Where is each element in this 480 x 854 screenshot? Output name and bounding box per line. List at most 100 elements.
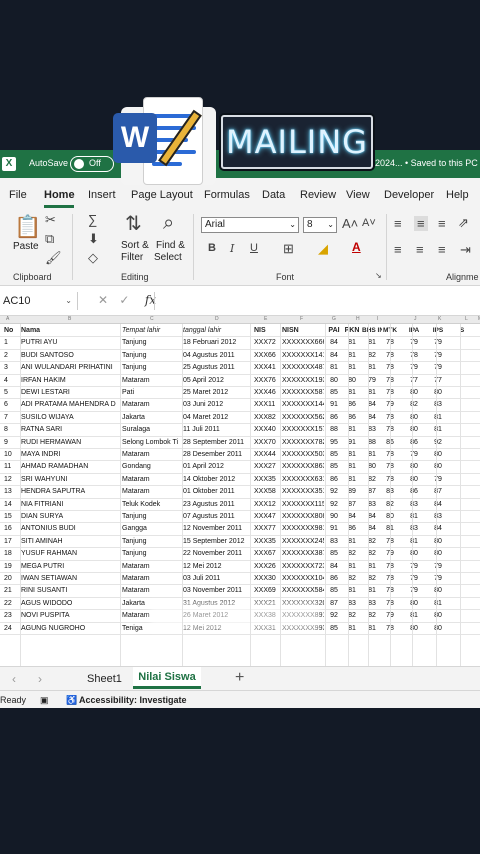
table-cell[interactable]: Mataram [122, 573, 182, 585]
table-cell[interactable]: 77 [404, 375, 424, 387]
table-cell[interactable]: XXXXXXX487 [282, 362, 324, 374]
table-cell[interactable]: 19 [4, 561, 20, 573]
align-bottom-icon[interactable]: ≡ [438, 217, 446, 230]
table-cell[interactable]: 83 [324, 536, 344, 548]
table-cell[interactable]: AGUS WIDODO [21, 598, 119, 610]
cancel-icon[interactable]: ✕ [98, 293, 108, 307]
table-cell[interactable]: Tanjung [122, 511, 182, 523]
tab-developer[interactable]: Developer [384, 189, 434, 201]
table-cell[interactable]: NIA FITRIANI [21, 499, 119, 511]
table-cell[interactable]: 18 Februari 2012 [183, 337, 249, 349]
table-cell[interactable]: 79 [404, 337, 424, 349]
fill-icon[interactable]: ⬇ [88, 232, 99, 245]
table-cell[interactable]: XXX44 [254, 449, 279, 461]
table-cell[interactable]: 81 [342, 585, 362, 597]
name-box[interactable]: AC10 ⌄ [0, 292, 78, 310]
table-cell[interactable]: 81 [342, 337, 362, 349]
table-cell[interactable]: XXXXXXX144 [282, 399, 324, 411]
table-cell[interactable]: 80 [362, 461, 382, 473]
table-cell[interactable]: 79 [428, 561, 448, 573]
table-cell[interactable]: 80 [404, 598, 424, 610]
table-cell[interactable]: 81 [362, 561, 382, 573]
increase-font-icon[interactable]: A˄ [342, 217, 358, 230]
table-cell[interactable]: 83 [428, 399, 448, 411]
table-cell[interactable]: 80 [404, 623, 424, 635]
align-right-icon[interactable]: ≡ [438, 243, 446, 256]
table-cell[interactable]: XXX46 [254, 387, 279, 399]
table-cell[interactable]: 83 [362, 598, 382, 610]
table-cell[interactable]: RATNA SARI [21, 424, 119, 436]
column-letter[interactable]: G [332, 316, 336, 322]
tab-view[interactable]: View [346, 189, 370, 201]
column-header[interactable]: S [452, 325, 472, 337]
column-header[interactable]: PAI [324, 325, 344, 337]
table-cell[interactable]: YUSUF RAHMAN [21, 548, 119, 560]
orientation-icon[interactable]: ⇗ [458, 216, 469, 229]
table-cell[interactable]: 83 [404, 523, 424, 535]
clear-icon[interactable]: ◇ [88, 251, 98, 264]
table-cell[interactable]: 81 [428, 598, 448, 610]
table-cell[interactable]: XXXXXXX562 [282, 412, 324, 424]
table-cell[interactable]: XXX11 [254, 399, 279, 411]
find-select-label-1[interactable]: Find & [156, 240, 185, 251]
table-cell[interactable]: 13 [4, 486, 20, 498]
table-cell[interactable]: 12 November 2011 [183, 523, 249, 535]
table-cell[interactable]: 88 [362, 437, 382, 449]
table-cell[interactable]: 15 [4, 511, 20, 523]
table-cell[interactable]: 80 [324, 375, 344, 387]
table-cell[interactable]: 80 [428, 623, 448, 635]
table-cell[interactable]: HENDRA SAPUTRA [21, 486, 119, 498]
table-cell[interactable]: 82 [404, 399, 424, 411]
table-cell[interactable]: 80 [428, 449, 448, 461]
table-cell[interactable]: 85 [324, 585, 344, 597]
table-cell[interactable]: 24 [4, 623, 20, 635]
table-cell[interactable]: Suralaga [122, 424, 182, 436]
table-cell[interactable]: XXXXXXX782 [282, 437, 324, 449]
table-cell[interactable]: 79 [428, 350, 448, 362]
table-cell[interactable]: Mataram [122, 486, 182, 498]
table-cell[interactable]: 79 [404, 573, 424, 585]
indent-icon[interactable]: ⇥ [460, 243, 471, 256]
table-cell[interactable]: Teluk Kodek [122, 499, 182, 511]
font-dialog-launcher-icon[interactable]: ↘ [375, 272, 382, 280]
table-row[interactable]: 14 NIA FITRIANI Teluk Kodek 23 Agustus 2011… [0, 499, 480, 511]
table-cell[interactable]: 28 Desember 2011 [183, 449, 249, 461]
table-cell[interactable]: 6 [4, 399, 20, 411]
table-cell[interactable]: 07 Agustus 2011 [183, 511, 249, 523]
table-cell[interactable]: XXXXXXX245 [282, 536, 324, 548]
table-cell[interactable]: 87 [324, 598, 344, 610]
table-cell[interactable]: 28 September 2011 [183, 437, 249, 449]
table-cell[interactable]: ANTONIUS BUDI [21, 523, 119, 535]
table-cell[interactable]: 5 [4, 387, 20, 399]
table-cell[interactable]: 85 [324, 449, 344, 461]
column-letter[interactable]: C [150, 316, 154, 322]
font-color-icon[interactable]: A [352, 241, 361, 253]
table-cell[interactable]: 22 [4, 598, 20, 610]
table-cell[interactable]: Mataram [122, 449, 182, 461]
font-size-select[interactable]: 8 ⌄ [303, 217, 337, 233]
table-cell[interactable]: 84 [342, 511, 362, 523]
decrease-font-icon[interactable]: A˅ [362, 218, 376, 229]
table-cell[interactable]: 82 [342, 610, 362, 622]
table-cell[interactable]: 25 Maret 2012 [183, 387, 249, 399]
table-cell[interactable]: 4 [4, 375, 20, 387]
table-cell[interactable]: 01 Oktober 2011 [183, 486, 249, 498]
table-cell[interactable]: XXX30 [254, 573, 279, 585]
table-cell[interactable]: 18 [4, 548, 20, 560]
align-middle-icon[interactable]: ≡ [414, 216, 428, 231]
table-cell[interactable]: XXXXXXX981 [282, 523, 324, 535]
table-cell[interactable]: 12 Mei 2012 [183, 561, 249, 573]
tab-formulas[interactable]: Formulas [204, 189, 250, 201]
italic-icon[interactable]: I [230, 243, 234, 254]
sort-filter-icon[interactable]: ⇅ [125, 214, 142, 234]
table-cell[interactable]: 81 [342, 387, 362, 399]
column-header[interactable]: Nama [21, 325, 119, 337]
table-cell[interactable]: 17 [4, 536, 20, 548]
table-cell[interactable]: 81 [342, 561, 362, 573]
table-row[interactable]: 11 AHMAD RAMADHAN Gondang 01 April 2012 XXX2… [0, 461, 480, 474]
table-cell[interactable]: Mataram [122, 474, 182, 486]
column-letter[interactable]: A [6, 316, 9, 322]
table-cell[interactable]: XXX67 [254, 548, 279, 560]
table-cell[interactable]: 81 [362, 387, 382, 399]
table-cell[interactable]: 86 [404, 437, 424, 449]
